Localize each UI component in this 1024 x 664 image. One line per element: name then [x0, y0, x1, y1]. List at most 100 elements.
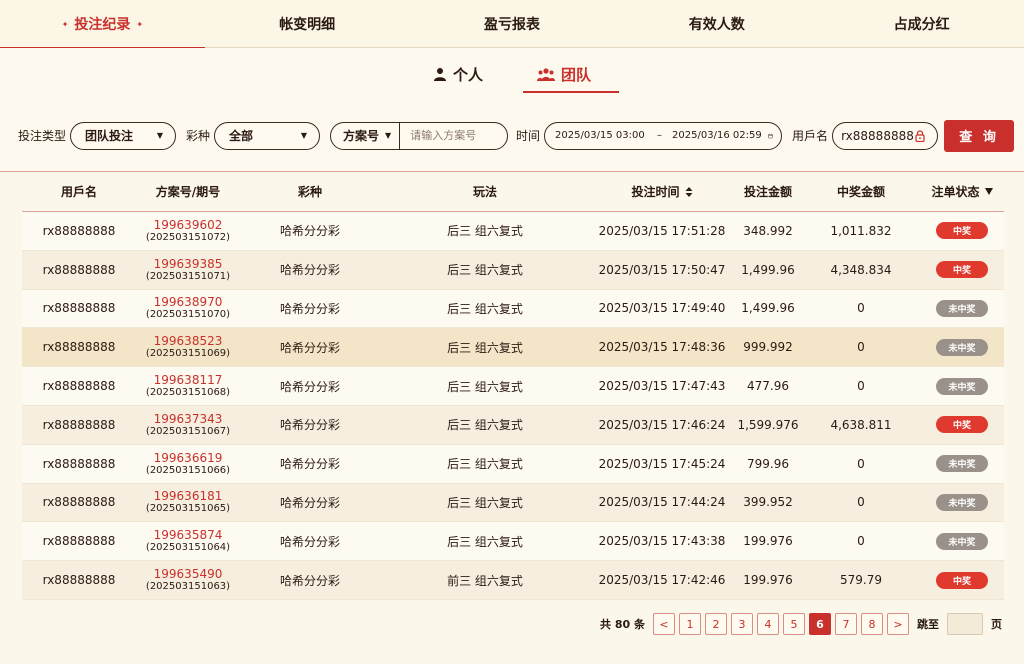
tab-team[interactable]: 团队 — [522, 58, 620, 93]
plan-number-link[interactable]: 199639385 — [154, 257, 223, 271]
cell-plan: 199636619 (202503151066) — [136, 451, 240, 477]
cell-bet-amount: 1,599.976 — [734, 418, 802, 432]
plan-number-link[interactable]: 199635874 — [154, 528, 223, 542]
tab-active-users[interactable]: 有效人数 — [614, 0, 819, 48]
bet-type-select[interactable]: 团队投注 ▼ — [70, 121, 177, 150]
cell-text: 后三 组六复式 — [447, 418, 523, 433]
cell-win-amount: 0 — [802, 495, 920, 509]
table-row: rx88888888 199635874 (202503151064) 哈希分分彩 后三… — [22, 522, 1004, 562]
tab-share-dividend[interactable]: 占成分红 — [819, 0, 1024, 48]
lottery-select[interactable]: 全部 ▼ — [214, 121, 321, 150]
tab-label: 占成分红 — [893, 17, 950, 33]
cell-text: 哈希分分彩 — [279, 301, 340, 316]
header-bet-amount: 投注金额 — [734, 183, 802, 200]
issue-number: (202503151070) — [145, 309, 231, 321]
next-page-button[interactable]: > — [887, 613, 909, 635]
cell-status: 中奖 — [920, 416, 1004, 434]
cell-play: 后三 组六复式 — [380, 533, 590, 550]
issue-number: (202503151063) — [145, 581, 231, 593]
username-label: 用戶名 — [792, 129, 829, 143]
tab-bet-record[interactable]: ✦ 投注纪录 ✦ — [0, 0, 205, 49]
start-time-input[interactable] — [555, 130, 648, 141]
cell-text: 4,348.834 — [830, 262, 892, 277]
tab-account-changes[interactable]: 帐变明细 — [205, 0, 410, 48]
table-header: 用戶名 方案号/期号 彩种 玩法 投注时间 投注金额 中奖金额 注单状态 — [22, 172, 1004, 212]
cell-user: rx88888888 — [22, 379, 136, 393]
cell-time: 2025/03/15 17:43:38 — [590, 534, 734, 548]
page-button-1[interactable]: 1 — [679, 613, 701, 635]
plan-number-input[interactable] — [400, 129, 489, 142]
header-status[interactable]: 注单状态 — [920, 183, 1004, 200]
cell-time: 2025/03/15 17:49:40 — [590, 301, 734, 315]
cell-text: 799.96 — [747, 456, 789, 471]
cell-text: 哈希分分彩 — [279, 224, 340, 239]
plan-number-link[interactable]: 199635490 — [154, 567, 223, 581]
end-time-input[interactable] — [672, 130, 765, 141]
cell-plan: 199639602 (202503151072) — [136, 218, 240, 244]
goto-page-input[interactable] — [947, 613, 983, 635]
cell-text: rx88888888 — [42, 417, 116, 432]
lock-icon[interactable] — [915, 129, 925, 142]
cell-text: 477.96 — [747, 379, 789, 394]
header-label: 中奖金额 — [836, 185, 885, 199]
cell-time: 2025/03/15 17:46:24 — [590, 418, 734, 432]
prev-page-button[interactable]: < — [653, 613, 675, 635]
page-button-7[interactable]: 7 — [835, 613, 857, 635]
username-field[interactable] — [832, 121, 939, 150]
sort-icon[interactable] — [685, 186, 693, 197]
plan-type-select[interactable]: 方案号 ▼ — [331, 122, 401, 149]
date-range-picker[interactable]: – — [544, 121, 783, 150]
plan-number-link[interactable]: 199636619 — [154, 451, 223, 465]
cell-time: 2025/03/15 17:48:36 — [590, 340, 734, 354]
cell-lottery: 哈希分分彩 — [240, 378, 380, 395]
total-count: 共 80 条 — [600, 618, 645, 631]
page-button-6[interactable]: 6 — [809, 613, 831, 635]
scope-tabs: 个人 团队 — [0, 48, 1024, 100]
page-button-8[interactable]: 8 — [861, 613, 883, 635]
cell-text: 哈希分分彩 — [279, 418, 340, 433]
cell-user: rx88888888 — [22, 457, 136, 471]
cell-bet-amount: 399.952 — [734, 495, 802, 509]
star-icon: ✦ — [61, 19, 69, 29]
cell-bet-amount: 477.96 — [734, 379, 802, 393]
cell-text: rx88888888 — [42, 573, 116, 588]
calendar-icon[interactable] — [768, 130, 773, 142]
page-button-2[interactable]: 2 — [705, 613, 727, 635]
cell-time: 2025/03/15 17:47:43 — [590, 379, 734, 393]
cell-user: rx88888888 — [22, 495, 136, 509]
page-button-4[interactable]: 4 — [757, 613, 779, 635]
query-button[interactable]: 查 询 — [944, 119, 1015, 152]
cell-win-amount: 0 — [802, 457, 920, 471]
plan-number-link[interactable]: 199638523 — [154, 334, 223, 348]
plan-number-link[interactable]: 199639602 — [154, 218, 223, 232]
page-button-3[interactable]: 3 — [731, 613, 753, 635]
cell-plan: 199638523 (202503151069) — [136, 334, 240, 360]
status-badge: 未中奖 — [936, 299, 988, 317]
issue-number: (202503151065) — [145, 503, 231, 515]
cell-win-amount: 0 — [802, 301, 920, 315]
status-badge: 未中奖 — [936, 338, 988, 356]
cell-text: 999.992 — [743, 340, 793, 355]
plan-number-link[interactable]: 199638970 — [154, 295, 223, 309]
cell-lottery: 哈希分分彩 — [240, 339, 380, 356]
tab-profit-report[interactable]: 盈亏报表 — [410, 0, 615, 48]
header-time[interactable]: 投注时间 — [590, 183, 734, 200]
table-row: rx88888888 199636619 (202503151066) 哈希分分彩 后三… — [22, 444, 1004, 484]
page-button-5[interactable]: 5 — [783, 613, 805, 635]
plan-number-link[interactable]: 199636181 — [154, 489, 223, 503]
cell-text: 2025/03/15 17:44:24 — [598, 495, 726, 510]
cell-play: 前三 组六复式 — [380, 572, 590, 589]
header-label: 投注时间 — [631, 185, 680, 199]
tab-personal[interactable]: 个人 — [421, 58, 495, 91]
bet-type-label: 投注类型 — [18, 129, 67, 143]
plan-number-link[interactable]: 199637343 — [154, 412, 223, 426]
cell-status: 中奖 — [920, 261, 1004, 279]
star-icon: ✦ — [136, 19, 144, 29]
plan-number-link[interactable]: 199638117 — [154, 373, 223, 387]
issue-number: (202503151071) — [145, 270, 231, 282]
cell-text: 哈希分分彩 — [279, 495, 340, 510]
cell-text: rx88888888 — [42, 223, 116, 238]
username-input[interactable] — [841, 128, 916, 143]
cell-win-amount: 4,348.834 — [802, 263, 920, 277]
filter-down-icon[interactable] — [984, 188, 993, 195]
